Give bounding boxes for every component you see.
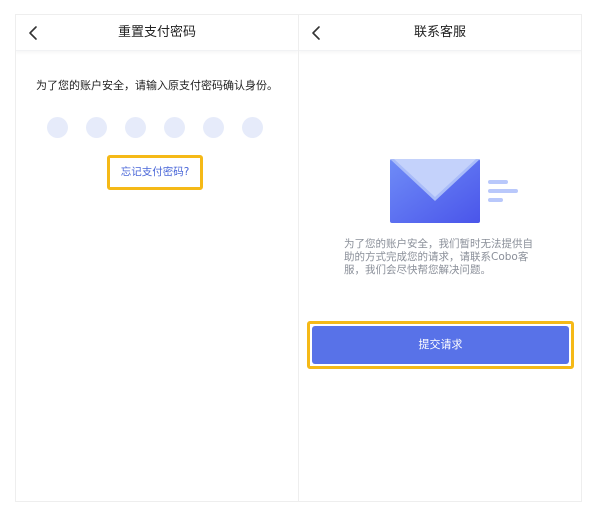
forgot-password-highlight[interactable]: 忘记支付密码? xyxy=(107,155,203,190)
pin-dot xyxy=(47,117,68,138)
pin-dot xyxy=(242,117,263,138)
chevron-left-icon xyxy=(312,26,320,40)
page-title: 联系客服 xyxy=(413,25,466,40)
contact-support-screen: 联系客服 为了您的账户安全，我们暂时无法提供自助的方式完成您的请求，请联系Cob… xyxy=(299,15,581,501)
chevron-left-icon xyxy=(29,26,37,40)
back-button[interactable] xyxy=(305,21,329,45)
verify-identity-prompt: 为了您的账户安全，请输入原支付密码确认身份。 xyxy=(36,79,278,92)
page-title: 重置支付密码 xyxy=(117,25,196,40)
submit-request-button[interactable]: 提交请求 xyxy=(312,326,569,364)
pin-input[interactable] xyxy=(47,117,267,139)
pin-dot xyxy=(164,117,185,138)
envelope-icon xyxy=(390,159,480,223)
reset-password-navbar: 重置支付密码 xyxy=(16,15,298,51)
pin-dot xyxy=(86,117,107,138)
pin-dot xyxy=(125,117,146,138)
lines-icon xyxy=(488,179,520,203)
back-button[interactable] xyxy=(22,21,46,45)
reset-password-screen: 重置支付密码 为了您的账户安全，请输入原支付密码确认身份。 忘记支付密码? xyxy=(16,15,298,501)
pin-dot xyxy=(203,117,224,138)
contact-support-navbar: 联系客服 xyxy=(299,15,581,51)
forgot-password-link[interactable]: 忘记支付密码? xyxy=(110,158,200,187)
submit-highlight: 提交请求 xyxy=(307,321,574,369)
support-message: 为了您的账户安全，我们暂时无法提供自助的方式完成您的请求，请联系Cobo客服，我… xyxy=(344,238,533,276)
